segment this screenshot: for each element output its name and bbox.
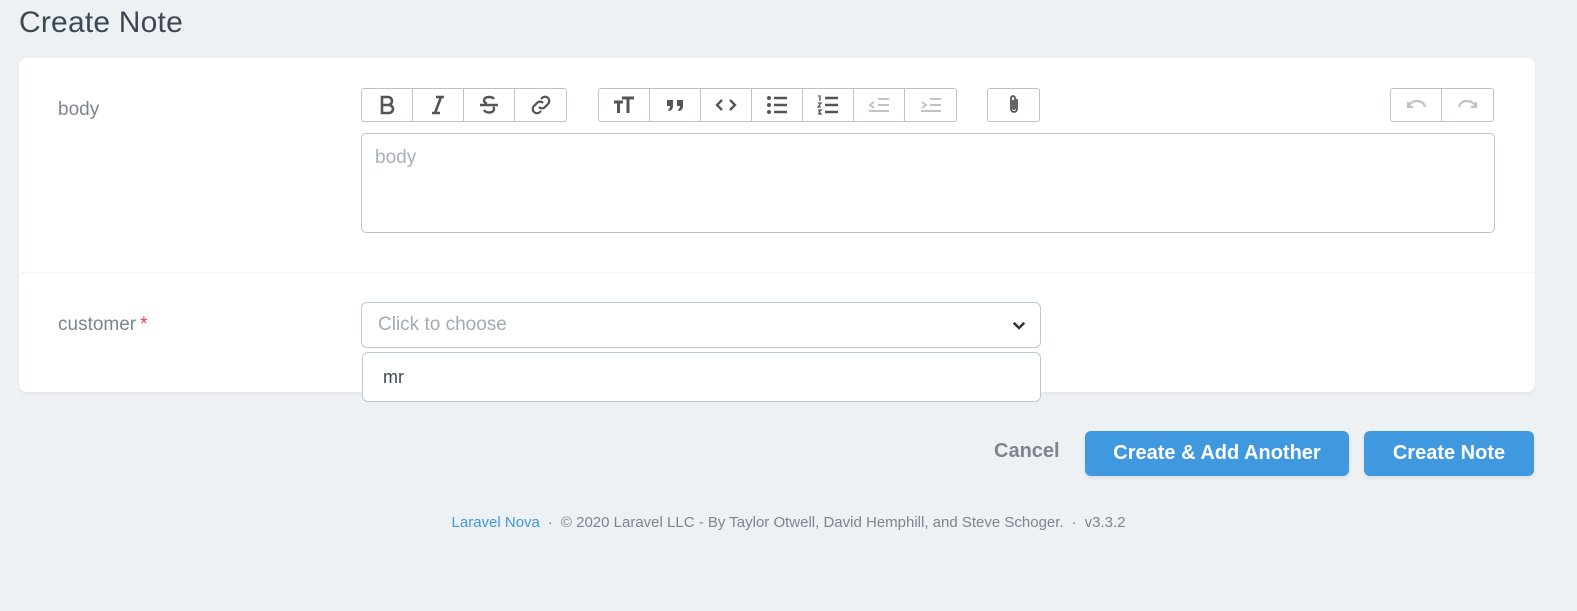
decrease-indent-button[interactable] (854, 89, 905, 121)
customer-label-text: customer (58, 314, 137, 335)
increase-indent-icon (920, 98, 941, 112)
code-button[interactable] (701, 89, 752, 121)
body-editor[interactable]: body (361, 133, 1495, 233)
create-note-button[interactable]: Create Note (1364, 431, 1534, 476)
toolbar-attach (987, 88, 1040, 122)
bold-icon (380, 95, 395, 115)
form-card: body body customer * Click to choose mr (19, 58, 1535, 402)
bullet-list-icon (767, 96, 787, 114)
undo-icon (1406, 99, 1427, 109)
decrease-indent-icon (868, 98, 889, 112)
redo-icon (1457, 99, 1477, 109)
toolbar-text-format (361, 88, 567, 122)
toolbar-block-format (598, 88, 957, 122)
italic-icon (432, 95, 444, 115)
footer-copyright: © 2020 Laravel LLC - By Taylor Otwell, D… (560, 514, 1064, 531)
undo-button[interactable] (1391, 89, 1442, 121)
italic-button[interactable] (413, 89, 464, 121)
bold-button[interactable] (362, 89, 413, 121)
link-button[interactable] (515, 89, 566, 121)
customer-search-input[interactable]: mr (362, 352, 1041, 402)
quote-button[interactable] (650, 89, 701, 121)
numbered-list-button[interactable] (803, 89, 854, 121)
customer-label: customer * (58, 314, 148, 336)
quote-icon (667, 100, 683, 111)
strikethrough-icon (480, 95, 498, 114)
chevron-down-icon (1012, 321, 1026, 330)
laravel-nova-link[interactable]: Laravel Nova (452, 514, 540, 531)
increase-indent-button[interactable] (905, 89, 956, 121)
create-add-another-button[interactable]: Create & Add Another (1085, 431, 1349, 476)
required-marker: * (140, 314, 148, 335)
body-label: body (58, 99, 100, 120)
page-title: Create Note (19, 6, 183, 39)
cancel-button[interactable]: Cancel (994, 440, 1060, 463)
heading-button[interactable] (599, 89, 650, 121)
customer-select[interactable]: Click to choose (361, 302, 1041, 348)
customer-search-value: mr (383, 366, 404, 387)
footer: Laravel Nova · © 2020 Laravel LLC - By Tay… (0, 514, 1577, 531)
attach-button[interactable] (988, 89, 1039, 121)
footer-separator: · (547, 514, 553, 531)
attach-icon (1009, 95, 1018, 113)
link-icon (531, 95, 550, 115)
redo-button[interactable] (1442, 89, 1493, 121)
toolbar-history (1390, 88, 1494, 122)
numbered-list-icon (816, 95, 838, 115)
body-placeholder: body (375, 147, 417, 168)
customer-select-placeholder: Click to choose (378, 314, 507, 335)
strikethrough-button[interactable] (464, 89, 515, 121)
bullet-list-button[interactable] (752, 89, 803, 121)
footer-separator: · (1071, 514, 1077, 531)
footer-version: v3.3.2 (1084, 514, 1126, 531)
code-icon (715, 99, 737, 111)
row-divider (19, 272, 1535, 273)
heading-icon (614, 96, 634, 113)
